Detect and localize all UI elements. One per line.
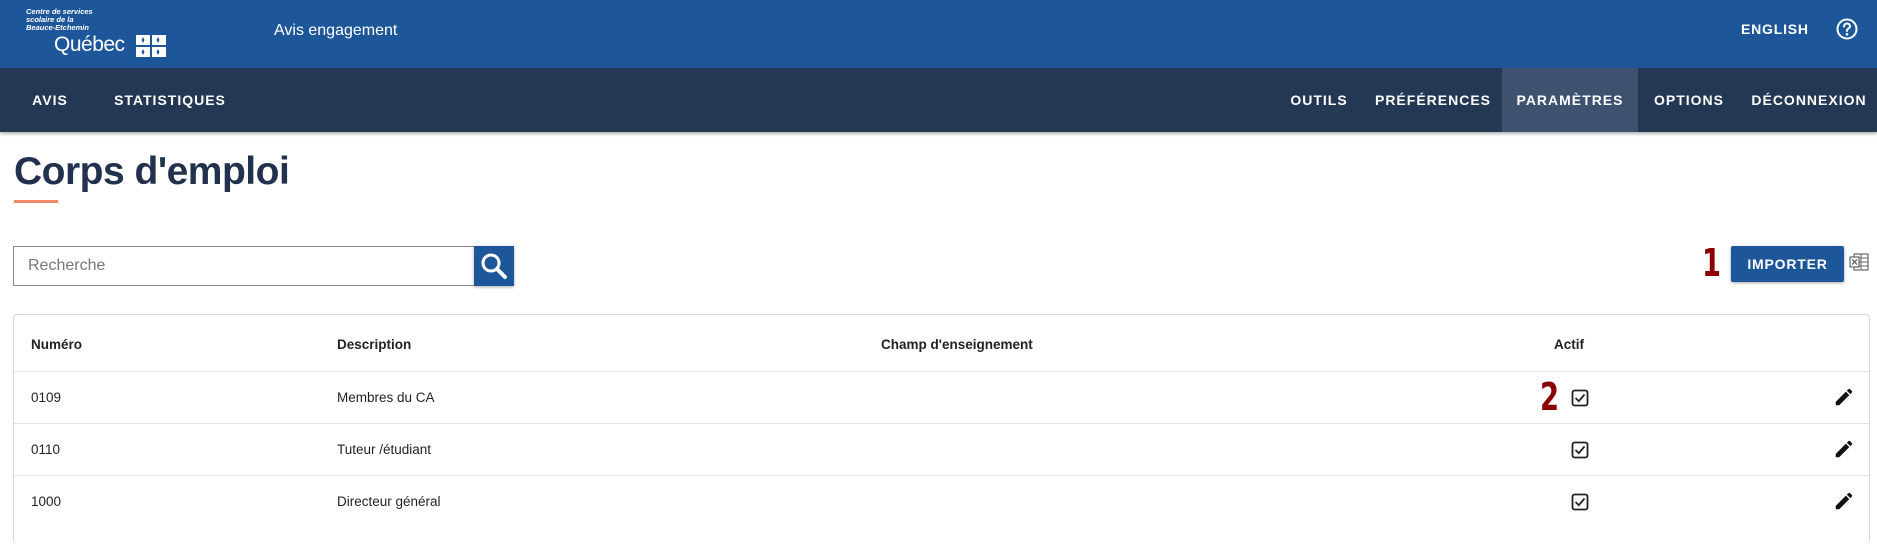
cell-numero: 0110 — [31, 442, 61, 457]
language-toggle-link[interactable]: ENGLISH — [1741, 21, 1809, 37]
excel-file-icon[interactable] — [1849, 252, 1869, 272]
data-table: Numéro Description Champ d'enseignement … — [13, 314, 1870, 544]
logo-quebec-wordmark: Québec — [54, 33, 125, 56]
app-title: Avis engagement — [274, 22, 398, 39]
nav-item-preferences[interactable]: PRÉFÉRENCES — [1369, 68, 1497, 132]
nav-item-avis[interactable]: AVIS — [18, 68, 82, 132]
fleur-de-lis-icon — [136, 35, 166, 57]
cell-description: Membres du CA — [337, 390, 435, 405]
checkbox-checked-icon — [1571, 493, 1589, 511]
table-row: 0110 Tuteur /étudiant — [14, 423, 1869, 475]
question-circle-icon[interactable] — [1836, 18, 1858, 40]
search-icon — [481, 253, 507, 279]
edit-pencil-icon[interactable] — [1833, 438, 1855, 460]
import-button[interactable]: IMPORTER — [1731, 246, 1844, 282]
column-header-numero[interactable]: Numéro — [31, 337, 82, 352]
search-button[interactable] — [474, 246, 514, 286]
logo[interactable]: Centre de services scolaire de la Beauce… — [26, 8, 176, 60]
annotation-marker-1: 1 — [1702, 241, 1722, 285]
search-input[interactable] — [13, 246, 475, 286]
cell-description: Directeur général — [337, 494, 441, 509]
title-underline — [14, 200, 58, 203]
table-row: 1000 Directeur général — [14, 475, 1869, 527]
nav-item-options[interactable]: OPTIONS — [1643, 68, 1735, 132]
checkbox-checked-icon — [1571, 389, 1589, 407]
nav-item-deconnexion[interactable]: DÉCONNEXION — [1747, 68, 1871, 132]
page-title: Corps d'emploi — [14, 150, 290, 193]
table-row: 0109 Membres du CA 2 — [14, 371, 1869, 423]
main-navigation: AVIS STATISTIQUES OUTILS PRÉFÉRENCES PAR… — [0, 68, 1877, 132]
column-header-actif[interactable]: Actif — [1554, 337, 1584, 352]
column-header-champ-enseignement[interactable]: Champ d'enseignement — [881, 337, 1033, 352]
cell-numero: 0109 — [31, 390, 62, 405]
annotation-marker-2: 2 — [1540, 375, 1560, 419]
cell-description: Tuteur /étudiant — [337, 442, 432, 457]
top-header: Centre de services scolaire de la Beauce… — [0, 0, 1877, 68]
logo-organization-name: Centre de services scolaire de la Beauce… — [26, 7, 93, 32]
edit-pencil-icon[interactable] — [1833, 490, 1855, 512]
cell-numero: 1000 — [31, 494, 62, 509]
nav-item-parametres[interactable]: PARAMÈTRES — [1502, 68, 1638, 132]
checkbox-checked-icon — [1571, 441, 1589, 459]
column-header-description[interactable]: Description — [337, 337, 411, 352]
nav-item-statistiques[interactable]: STATISTIQUES — [102, 68, 238, 132]
nav-item-outils[interactable]: OUTILS — [1277, 68, 1361, 132]
edit-pencil-icon[interactable] — [1833, 386, 1855, 408]
